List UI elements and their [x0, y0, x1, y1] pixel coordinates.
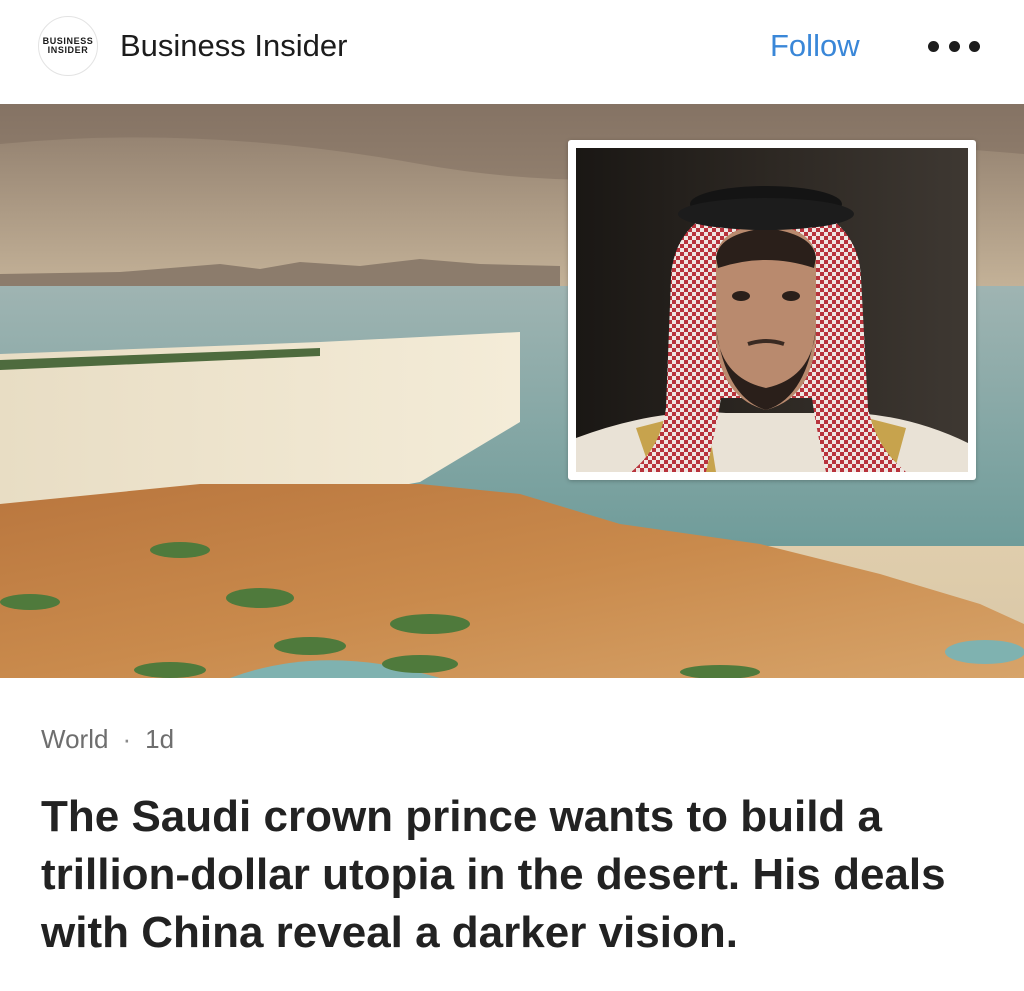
card-header: BUSINESS INSIDER Business Insider Follow — [0, 0, 1024, 104]
follow-button[interactable]: Follow — [770, 27, 860, 65]
publisher-name[interactable]: Business Insider — [120, 27, 347, 65]
news-card[interactable]: BUSINESS INSIDER Business Insider Follow — [0, 0, 1024, 991]
article-meta: World · 1d — [41, 722, 174, 756]
portrait-photo — [576, 148, 968, 472]
publisher-logo[interactable]: BUSINESS INSIDER — [38, 16, 98, 76]
dot — [928, 40, 939, 52]
article-category[interactable]: World — [41, 724, 108, 754]
article-headline[interactable]: The Saudi crown prince wants to build a … — [41, 788, 991, 962]
dot — [948, 40, 960, 52]
article-age: 1d — [145, 724, 175, 754]
dot — [969, 40, 980, 52]
more-options-icon[interactable] — [928, 38, 980, 54]
portrait-inset — [568, 140, 976, 480]
hero-image[interactable] — [0, 104, 1024, 678]
meta-separator: · — [122, 724, 132, 754]
logo-text-line2: INSIDER — [47, 45, 89, 55]
